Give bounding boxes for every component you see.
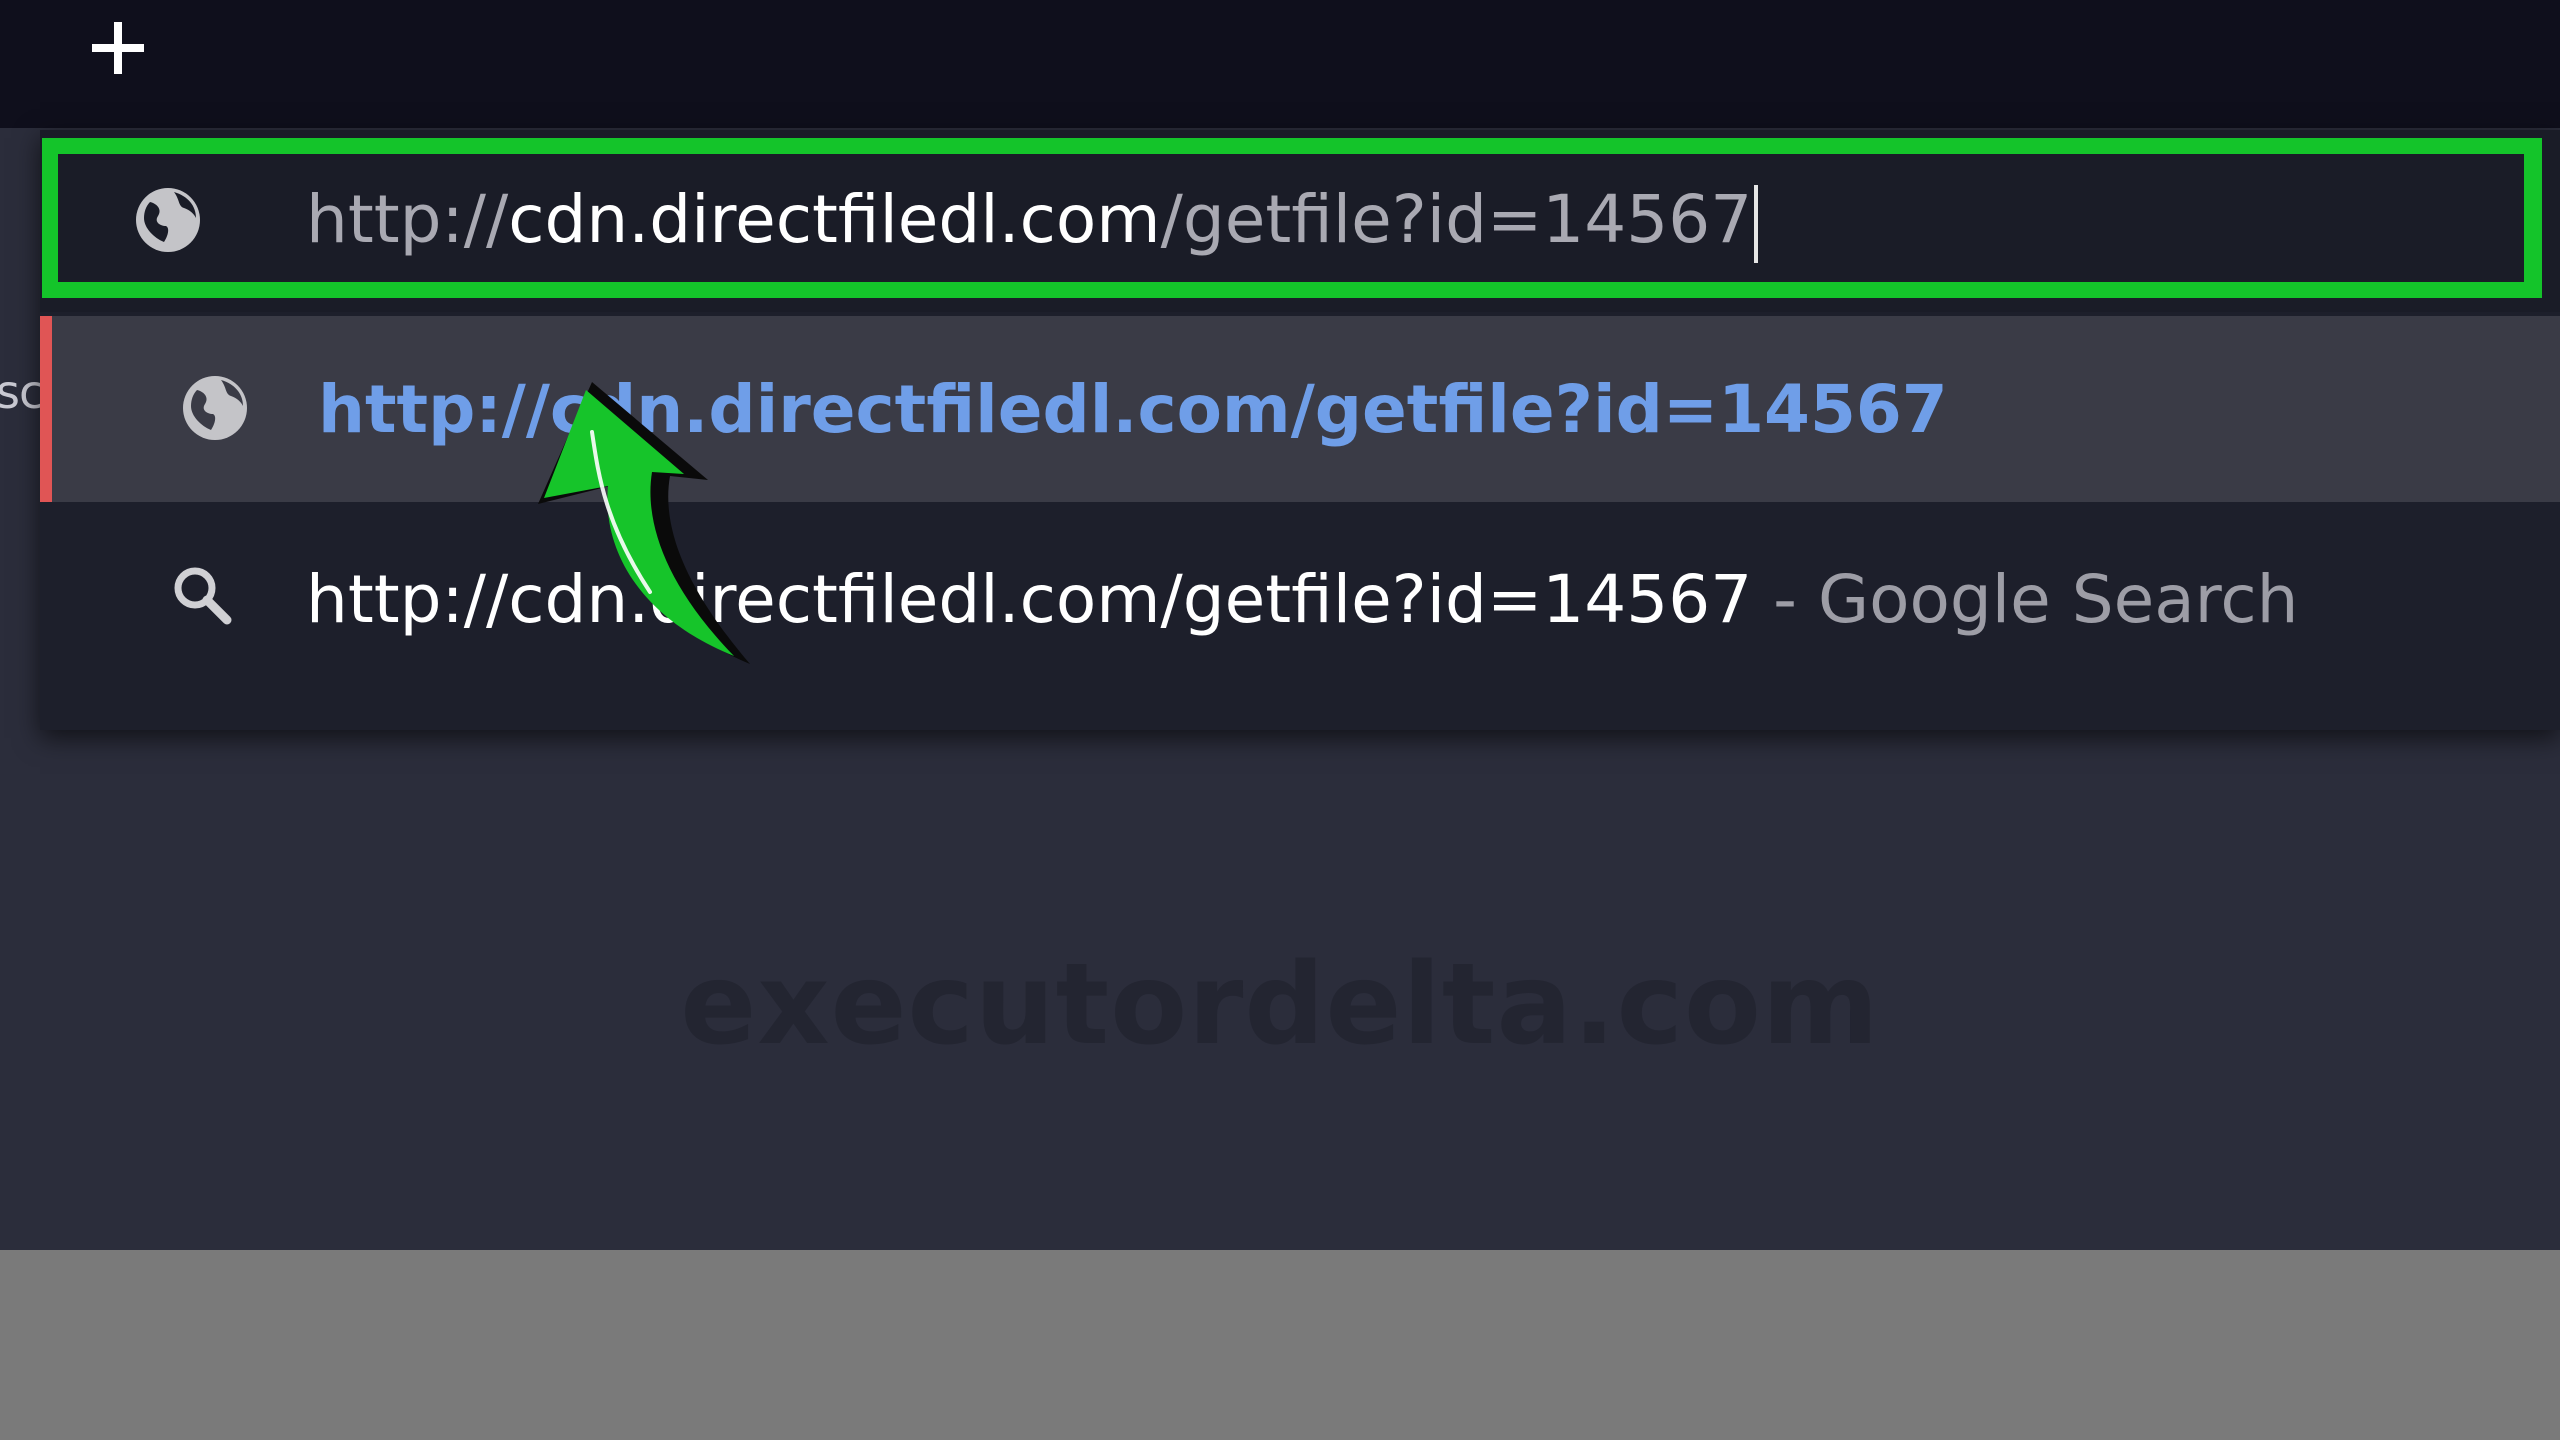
address-prefix: http://: [306, 181, 509, 258]
search-engine-label: - Google Search: [1752, 561, 2299, 638]
watermark: executordelta.com: [680, 940, 1880, 1070]
globe-icon: [177, 370, 253, 446]
tab-strip: [0, 0, 2560, 128]
suggestion-url[interactable]: http://cdn.directfiledl.com/getfile?id=1…: [40, 316, 2560, 502]
plus-icon: [92, 22, 144, 74]
new-tab-button[interactable]: [78, 8, 158, 88]
bottom-band: [0, 1250, 2560, 1440]
suggestion-search[interactable]: http://cdn.directfiledl.com/getfile?id=1…: [40, 502, 2560, 688]
search-icon: [165, 558, 241, 634]
address-path: /getfile?id=14567: [1160, 181, 1753, 258]
suggestion-url-text: http://cdn.directfiledl.com/getfile?id=1…: [318, 371, 1948, 448]
globe-icon: [130, 182, 206, 258]
text-caret: [1754, 184, 1759, 263]
browser-screenshot: sc http://cdn.directfiledl.com/getfile?i…: [0, 0, 2560, 1440]
search-query: http://cdn.directfiledl.com/getfile?id=1…: [306, 561, 1753, 638]
address-input[interactable]: http://cdn.directfiledl.com/getfile?id=1…: [306, 170, 1759, 270]
address-domain: cdn.directfiledl.com: [508, 181, 1161, 258]
suggestion-search-text: http://cdn.directfiledl.com/getfile?id=1…: [306, 550, 2298, 650]
background-page-text: sc: [0, 365, 44, 419]
